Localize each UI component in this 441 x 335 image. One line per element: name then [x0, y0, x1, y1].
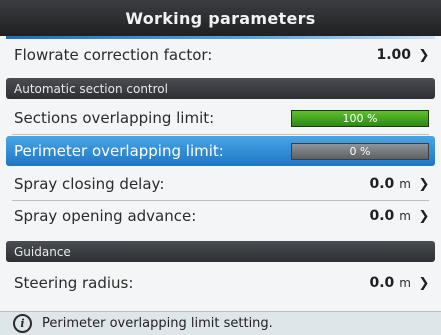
chevron-right-icon: ❯ — [418, 47, 430, 63]
row-divider — [12, 134, 429, 135]
spray-closing-delay-row[interactable]: Spray closing delay: 0.0 m ❯ — [6, 169, 435, 199]
sections-overlapping-label: Sections overlapping limit: — [14, 109, 215, 127]
chevron-right-icon: ❯ — [418, 208, 430, 224]
chevron-right-icon: ❯ — [418, 176, 430, 192]
steering-radius-row[interactable]: Steering radius: 0.0 m ❯ — [6, 266, 435, 300]
flowrate-correction-value: 1.00 — [376, 47, 411, 63]
steering-radius-label: Steering radius: — [14, 274, 134, 292]
spray-opening-advance-value: 0.0 — [369, 208, 395, 224]
perimeter-overlapping-bar[interactable]: 0 % — [291, 142, 429, 160]
spray-opening-advance-label: Spray opening advance: — [14, 207, 197, 225]
spray-closing-delay-unit: m — [399, 177, 411, 191]
status-bar: i Perimeter overlapping limit setting. — [0, 311, 441, 335]
section-header-label: Guidance — [14, 244, 71, 259]
sections-overlapping-bar[interactable]: 100 % — [291, 109, 429, 127]
steering-radius-unit: m — [399, 276, 411, 290]
sections-overlapping-row[interactable]: Sections overlapping limit: 100 % — [6, 103, 435, 133]
spray-opening-advance-unit: m — [399, 209, 411, 223]
spray-closing-delay-value: 0.0 — [369, 176, 395, 192]
flowrate-correction-label: Flowrate correction factor: — [14, 46, 213, 64]
perimeter-overlapping-label: Perimeter overlapping limit: — [14, 142, 224, 160]
section-header-automatic-section-control: Automatic section control — [6, 78, 435, 99]
chevron-right-icon: ❯ — [418, 275, 430, 291]
status-text: Perimeter overlapping limit setting. — [42, 316, 273, 331]
working-parameters-screen: Working parameters Flowrate correction f… — [0, 0, 441, 335]
spray-closing-delay-label: Spray closing delay: — [14, 175, 165, 193]
steering-radius-value: 0.0 — [369, 275, 395, 291]
title-bar: Working parameters — [0, 0, 441, 36]
info-icon: i — [13, 314, 32, 333]
section-header-label: Automatic section control — [14, 81, 168, 96]
section-header-guidance: Guidance — [6, 241, 435, 262]
spray-opening-advance-row[interactable]: Spray opening advance: 0.0 m ❯ — [6, 201, 435, 231]
perimeter-overlapping-row[interactable]: Perimeter overlapping limit: 0 % — [6, 136, 435, 166]
flowrate-correction-row[interactable]: Flowrate correction factor: 1.00 ❯ — [6, 39, 435, 71]
window-title: Working parameters — [125, 8, 316, 28]
